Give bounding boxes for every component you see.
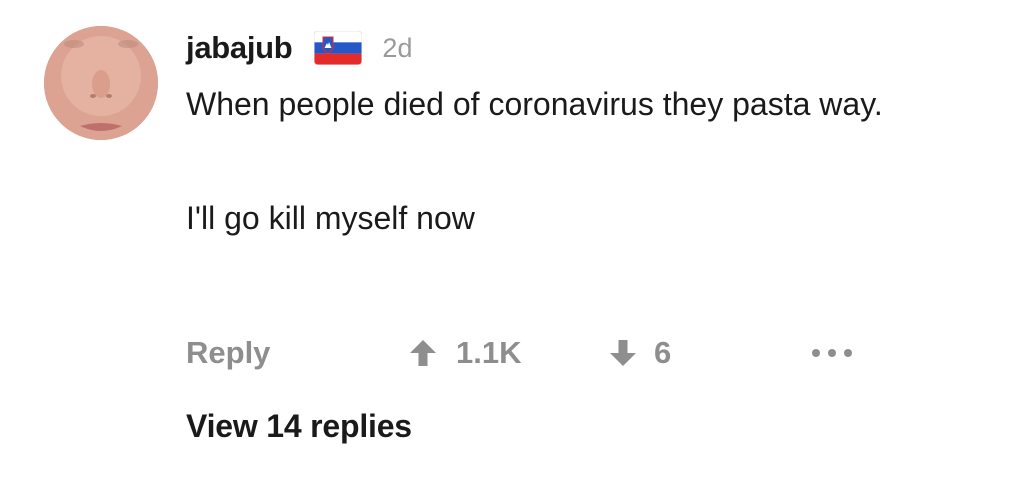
comment-paragraph: I'll go kill myself now [186,200,475,236]
view-replies-link[interactable]: View 14 replies [186,408,412,445]
username[interactable]: jabajub [186,30,293,66]
reply-button[interactable]: Reply [186,330,270,376]
arrow-down-icon [610,340,636,366]
comment-actions: Reply 1.1K 6 [186,330,886,376]
comment-body: When people died of coronavirus they pas… [186,80,986,242]
comment: jabajub 2d When people died of coronavir… [0,0,1024,479]
reply-label: Reply [186,335,271,370]
avatar-face-image [44,26,158,140]
upvote-button[interactable]: 1.1K [408,330,521,376]
slovenia-flag-icon [314,31,363,65]
upvote-count: 1.1K [456,335,522,370]
downvote-button[interactable]: 6 [608,330,671,376]
avatar[interactable] [44,26,158,140]
timestamp: 2d [382,32,413,63]
arrow-up-icon [410,340,436,366]
comment-paragraph: When people died of coronavirus they pas… [186,86,883,122]
comment-header: jabajub 2d [186,28,412,68]
more-options-icon [812,349,852,357]
more-options-button[interactable] [810,330,854,376]
downvote-count: 6 [654,335,672,370]
